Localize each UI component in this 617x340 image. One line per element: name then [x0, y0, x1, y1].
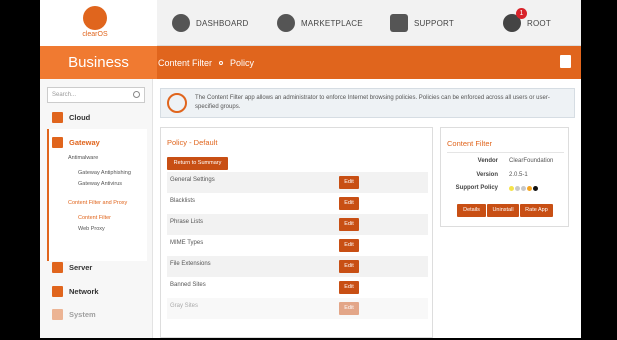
sidebar-item-network[interactable]: Network	[52, 286, 99, 297]
gateway-panel	[47, 129, 147, 261]
edit-button[interactable]: Edit	[339, 302, 359, 315]
support-dot-icon	[533, 186, 538, 191]
cube-icon	[52, 137, 63, 148]
notification-badge: 1	[516, 8, 527, 19]
policy-row: Blacklists Edit	[167, 193, 428, 214]
window-frame: clearOS DASHBOARD MARKETPLACE SUPPORT 1 …	[0, 0, 617, 340]
sidebar-item-gateway-antivirus[interactable]: Gateway Antivirus	[78, 181, 122, 187]
sidebar-item-content-filter[interactable]: Content Filter	[78, 215, 111, 221]
breadcrumb-policy: Policy	[230, 57, 255, 68]
sidebar-item-gateway-antiphishing[interactable]: Gateway Antiphishing	[78, 170, 131, 176]
sidebar-item-web-proxy[interactable]: Web Proxy	[78, 226, 105, 232]
cube-icon	[52, 286, 63, 297]
search-placeholder: Search...	[52, 92, 77, 98]
policy-row-label: MIME Types	[170, 240, 204, 246]
rate-app-button[interactable]: Rate App	[520, 204, 553, 217]
edit-button[interactable]: Edit	[339, 218, 359, 231]
nav-root[interactable]: 1 ROOT	[503, 0, 551, 46]
edit-button[interactable]: Edit	[339, 260, 359, 273]
app-screen: clearOS DASHBOARD MARKETPLACE SUPPORT 1 …	[40, 0, 581, 338]
return-to-summary-button[interactable]: Return to Summary	[167, 157, 228, 170]
nav-support-label: SUPPORT	[414, 18, 454, 28]
search-input[interactable]: Search...	[47, 87, 145, 103]
policy-row: File Extensions Edit	[167, 256, 428, 277]
vendor-value: ClearFoundation	[509, 158, 554, 164]
sidebar-item-label: Cloud	[69, 113, 91, 122]
nav-support[interactable]: SUPPORT	[390, 0, 454, 46]
cube-icon	[52, 262, 63, 273]
sidebar: Search... Cloud Gateway Antimalware Gate…	[40, 79, 153, 338]
vendor-label: Vendor	[477, 158, 498, 164]
support-dot-icon	[509, 186, 514, 191]
cloud-download-icon	[277, 14, 295, 32]
top-bar: clearOS DASHBOARD MARKETPLACE SUPPORT 1 …	[40, 0, 581, 46]
edit-button[interactable]: Edit	[339, 176, 359, 189]
sidebar-item-cloud[interactable]: Cloud	[52, 112, 90, 123]
sidebar-item-gateway[interactable]: Gateway	[52, 137, 100, 148]
tools-icon: 1	[503, 8, 527, 32]
sidebar-item-label: Gateway	[69, 138, 100, 147]
sidebar-group-content-filter-proxy: Content Filter and Proxy	[68, 200, 128, 206]
edit-button[interactable]: Edit	[339, 281, 359, 294]
policy-row-label: Gray Sites	[170, 303, 199, 309]
details-button[interactable]: Details	[457, 204, 486, 217]
support-icon	[390, 14, 408, 32]
policy-row: Phrase Lists Edit	[167, 214, 428, 235]
policy-row-label: Phrase Lists	[170, 219, 204, 225]
divider	[447, 152, 564, 153]
support-dot-icon	[527, 186, 532, 191]
logo-text: clearOS	[82, 31, 108, 38]
cube-icon	[52, 309, 63, 320]
app-info-title: Content Filter	[447, 139, 493, 148]
app-description: The Content Filter app allows an adminis…	[160, 88, 575, 118]
policy-row-label: Banned Sites	[170, 282, 206, 288]
section-title: Business	[40, 46, 157, 79]
nav-dashboard-label: DASHBOARD	[196, 18, 249, 28]
policy-panel: Policy - Default Return to Summary Gener…	[160, 127, 433, 338]
support-dot-icon	[521, 186, 526, 191]
support-policy-dots	[509, 186, 539, 191]
policy-title: Policy - Default	[167, 138, 218, 147]
policy-row: Gray Sites Edit	[167, 298, 428, 319]
content-filter-globe-icon	[167, 93, 187, 113]
nav-dashboard[interactable]: DASHBOARD	[172, 0, 248, 46]
support-policy-label: Support Policy	[455, 185, 498, 191]
policy-row: MIME Types Edit	[167, 235, 428, 256]
cube-icon	[52, 112, 63, 123]
nav-marketplace[interactable]: MARKETPLACE	[277, 0, 363, 46]
breadcrumb-separator-icon	[219, 60, 224, 65]
policy-row-label: File Extensions	[170, 261, 211, 267]
breadcrumb-content-filter[interactable]: Content Filter	[158, 58, 212, 68]
sidebar-item-label: System	[69, 310, 96, 319]
version-value: 2.0.5-1	[509, 172, 528, 178]
breadcrumb: Content Filter Policy	[158, 46, 254, 79]
version-label: Version	[476, 172, 498, 178]
dashboard-gauge-icon	[172, 14, 190, 32]
sidebar-item-system[interactable]: System	[52, 309, 96, 320]
support-dot-icon	[515, 186, 520, 191]
clearos-logo-icon	[83, 6, 107, 30]
uninstall-button[interactable]: Uninstall	[487, 204, 519, 217]
policy-row: General Settings Edit	[167, 172, 428, 193]
edit-button[interactable]: Edit	[339, 197, 359, 210]
app-info-panel: Content Filter Vendor ClearFoundation Ve…	[440, 127, 569, 227]
edit-button[interactable]: Edit	[339, 239, 359, 252]
sidebar-item-server[interactable]: Server	[52, 262, 92, 273]
logo[interactable]: clearOS	[40, 0, 157, 46]
sidebar-group-antimalware: Antimalware	[68, 155, 99, 161]
app-description-text: The Content Filter app allows an adminis…	[195, 95, 550, 110]
policy-row: Banned Sites Edit	[167, 277, 428, 298]
nav-root-label: ROOT	[527, 18, 551, 28]
sidebar-item-label: Server	[69, 263, 93, 272]
policy-row-label: General Settings	[170, 177, 215, 183]
search-icon[interactable]	[133, 91, 140, 98]
nav-marketplace-label: MARKETPLACE	[301, 18, 363, 28]
sidebar-item-label: Network	[69, 287, 99, 296]
policy-row-label: Blacklists	[170, 198, 196, 204]
user-guide-icon[interactable]	[560, 55, 571, 68]
